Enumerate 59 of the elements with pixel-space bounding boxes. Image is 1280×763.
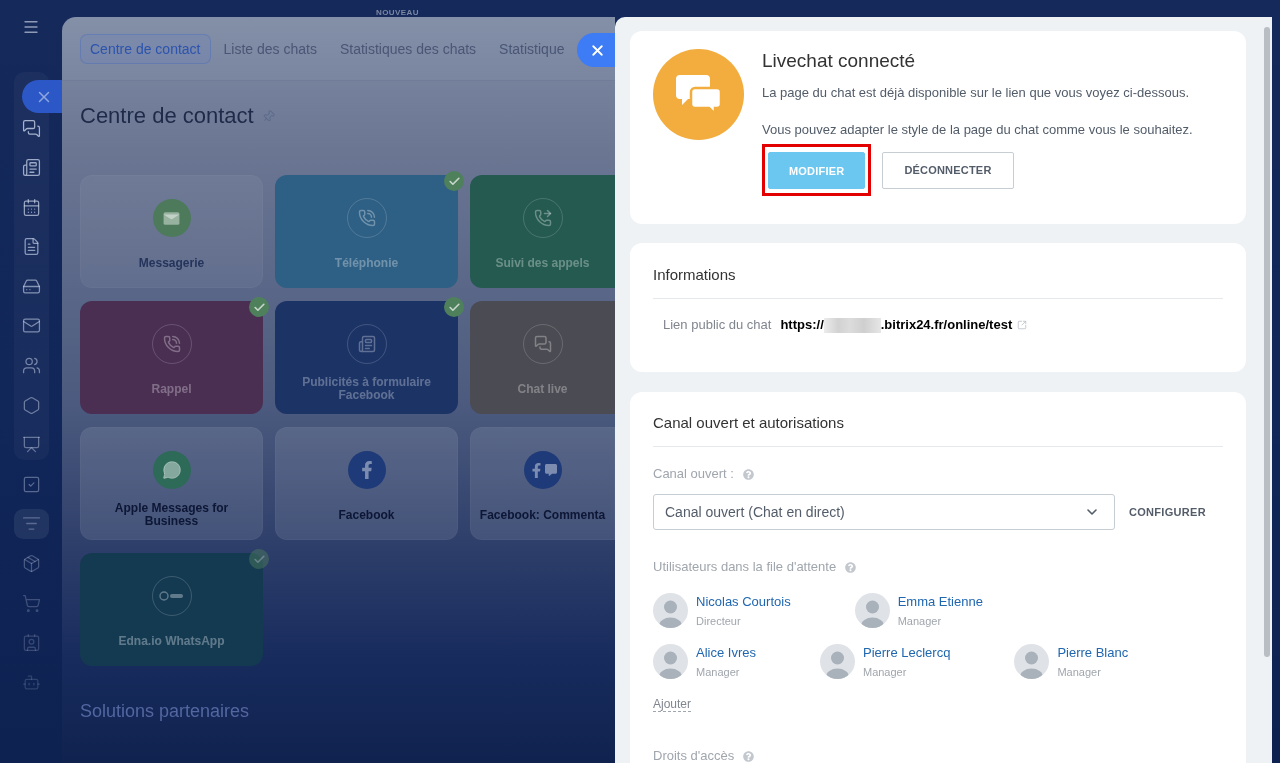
user-name-link[interactable]: Emma Etienne <box>897 593 983 611</box>
configure-button[interactable]: CONFIGURER <box>1129 506 1206 518</box>
field-label: Canal ouvert : <box>653 465 734 483</box>
scrollbar[interactable] <box>1264 27 1270 657</box>
user-name-link[interactable]: Pierre Leclercq <box>862 644 951 662</box>
channel-tile[interactable]: Publicités à formulaire Facebook <box>275 301 458 414</box>
chat-bubbles-icon <box>21 118 41 138</box>
checkbox-icon <box>21 474 41 494</box>
avatar-icon <box>653 593 688 628</box>
help-icon[interactable] <box>743 750 755 762</box>
channel-tile[interactable]: Facebook <box>275 427 458 540</box>
tab[interactable]: Centre de contact <box>80 34 211 64</box>
channel-select[interactable]: Canal ouvert (Chat en direct) <box>653 494 1115 530</box>
status-text: Vous pouvez adapter le style de la page du chat comme vous le souhaitez. <box>762 121 1193 139</box>
close-button[interactable] <box>22 80 62 113</box>
help-icon[interactable] <box>845 561 857 573</box>
channel-tile[interactable]: Téléphonie <box>275 175 458 288</box>
new-label: NOUVEAU <box>376 9 419 17</box>
presentation-board-icon <box>21 435 41 455</box>
user-role: Directeur <box>696 614 741 628</box>
user-role: Manager <box>696 665 740 679</box>
user-role: Manager <box>862 665 907 679</box>
channel-tile[interactable]: Edna.io WhatsApp <box>80 553 263 666</box>
contact-card-icon <box>21 633 41 653</box>
user-role: Manager <box>897 614 942 628</box>
card-title: Informations <box>653 266 1223 299</box>
public-link[interactable]: https:// .bitrix24.fr/online/test <box>780 316 1013 334</box>
calendar-icon <box>21 197 41 217</box>
hexagon-icon <box>21 395 41 415</box>
cart-icon <box>21 593 41 613</box>
box-icon <box>21 554 41 574</box>
help-icon[interactable] <box>742 468 754 480</box>
status-text: La page du chat est déjà disponible sur le lien que vous voyez ci-dessous. <box>762 84 1190 102</box>
field-label: Utilisateurs dans la file d'attente <box>653 558 837 576</box>
channel-tile[interactable]: Apple Messages for Business <box>80 427 263 540</box>
status-title: Livechat connecté <box>762 49 916 73</box>
channel-tile[interactable]: Messagerie <box>80 175 263 288</box>
add-link[interactable]: Ajouter <box>653 697 692 712</box>
edit-button[interactable]: MODIFIER <box>768 152 866 189</box>
people-icon <box>21 356 41 376</box>
channel-tile[interactable]: Suivi des appels <box>470 175 615 288</box>
channel-tile[interactable]: Facebook: Commenta <box>470 427 615 540</box>
avatar-icon <box>854 593 890 628</box>
menu-icon[interactable] <box>22 18 40 36</box>
field-label: Lien public du chat <box>663 316 772 334</box>
avatar-icon <box>1014 644 1050 679</box>
close-button[interactable] <box>577 33 615 67</box>
user-name-link[interactable]: Pierre Blanc <box>1057 644 1129 662</box>
disconnect-button[interactable]: DÉCONNECTER <box>882 151 1014 189</box>
user-role: Manager <box>1057 665 1101 679</box>
user-name-link[interactable]: Nicolas Courtois <box>696 593 791 611</box>
page-title: Centre de contact <box>80 103 254 129</box>
newspaper-icon <box>21 158 41 178</box>
avatar-icon <box>653 644 688 679</box>
field-label: Droits d'accès <box>653 749 735 763</box>
user-name-link[interactable]: Alice Ivres <box>696 644 756 662</box>
section-title: Solutions partenaires <box>80 700 251 722</box>
card-title: Canal ouvert et autorisations <box>653 414 1223 447</box>
avatar-icon <box>819 644 855 679</box>
